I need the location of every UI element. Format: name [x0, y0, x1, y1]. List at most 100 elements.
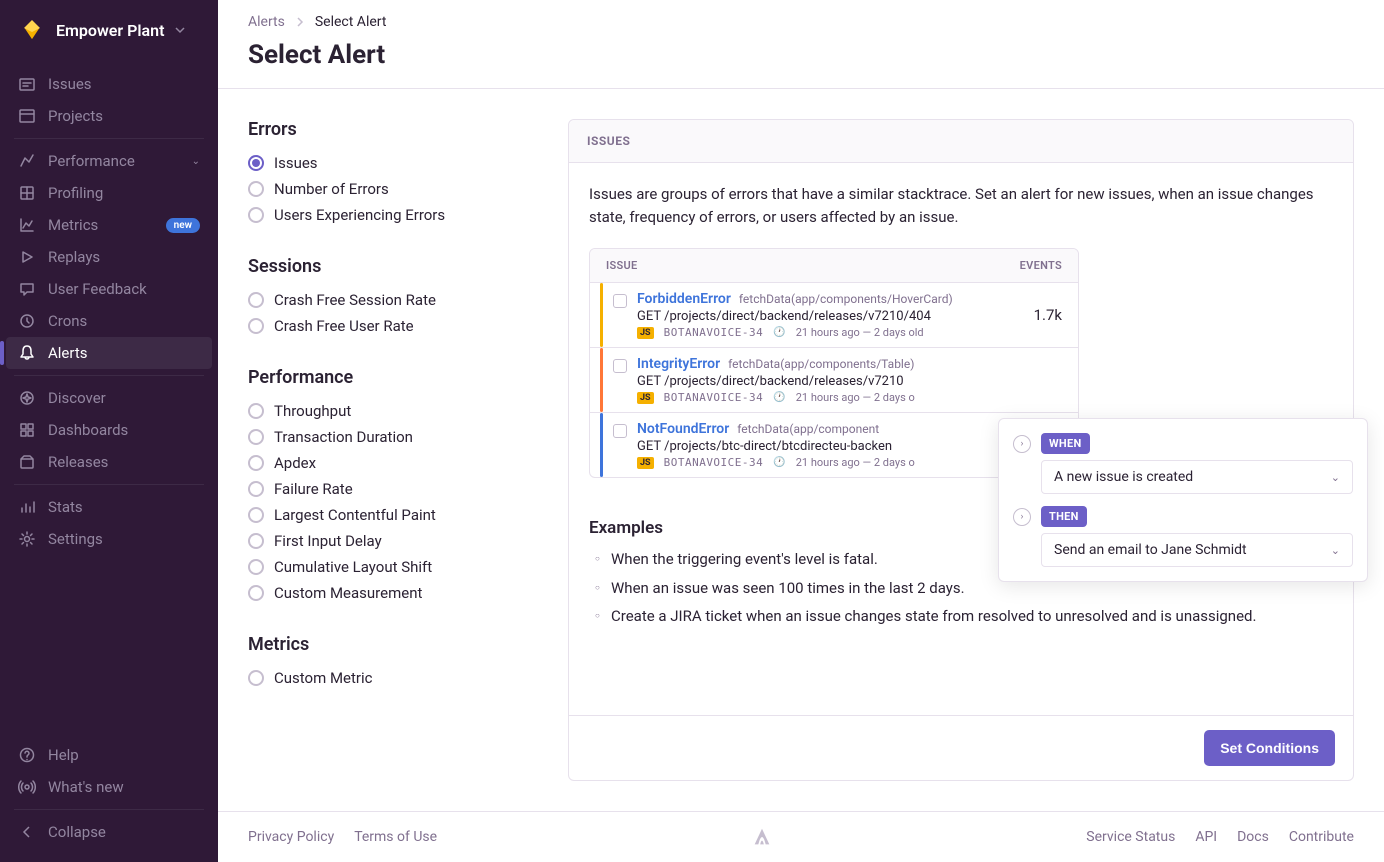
org-name: Empower Plant: [56, 21, 164, 40]
alert-type-first-input-delay[interactable]: First Input Delay: [248, 528, 538, 554]
sidebar-item-replays[interactable]: Replays: [0, 241, 218, 273]
footer-link[interactable]: API: [1195, 829, 1217, 845]
footer-link[interactable]: Service Status: [1086, 829, 1175, 845]
footer-link[interactable]: Contribute: [1289, 829, 1354, 845]
radio-icon: [248, 670, 264, 686]
alert-type-custom-metric[interactable]: Custom Metric: [248, 665, 538, 691]
footer-link[interactable]: Docs: [1237, 829, 1269, 845]
sidebar-item-projects[interactable]: Projects: [0, 100, 218, 132]
issue-title[interactable]: IntegrityError: [637, 356, 720, 372]
alert-type-issues[interactable]: Issues: [248, 150, 538, 176]
breadcrumb-root[interactable]: Alerts: [248, 14, 285, 30]
radio-label: Apdex: [274, 454, 316, 472]
issue-row[interactable]: IntegrityError fetchData(app/components/…: [590, 348, 1078, 413]
alert-type-custom-measurement[interactable]: Custom Measurement: [248, 580, 538, 606]
alert-type-crash-free-user-rate[interactable]: Crash Free User Rate: [248, 313, 538, 339]
set-conditions-button[interactable]: Set Conditions: [1204, 730, 1335, 766]
lang-tag-icon: JS: [637, 327, 654, 339]
sidebar-item-help[interactable]: Help: [0, 739, 218, 771]
sidebar-item-settings[interactable]: Settings: [0, 523, 218, 555]
footer-link[interactable]: Privacy Policy: [248, 829, 334, 845]
issue-title[interactable]: ForbiddenError: [637, 291, 731, 307]
sidebar-item-what-s-new[interactable]: What's new: [0, 771, 218, 803]
issue-time: 21 hours ago — 2 days o: [796, 391, 915, 404]
nav-label: Settings: [48, 530, 200, 548]
issue-id: BOTANAVOICE-34: [664, 456, 764, 469]
issue-meta: JS BOTANAVOICE-34 🕐 21 hours ago — 2 day…: [637, 456, 1042, 469]
when-condition-select[interactable]: A new issue is created ⌄: [1041, 460, 1353, 494]
page-title: Select Alert: [248, 40, 1354, 70]
sidebar-collapse[interactable]: Collapse: [0, 816, 218, 848]
issue-checkbox[interactable]: [613, 424, 627, 438]
discover-icon: [18, 389, 36, 407]
footer-link[interactable]: Terms of Use: [354, 829, 437, 845]
alert-type-cumulative-layout-shift[interactable]: Cumulative Layout Shift: [248, 554, 538, 580]
alert-type-apdex[interactable]: Apdex: [248, 450, 538, 476]
issue-title[interactable]: NotFoundError: [637, 421, 729, 437]
issue-culprit: fetchData(app/component: [737, 422, 879, 436]
sidebar-item-releases[interactable]: Releases: [0, 446, 218, 478]
issue-row[interactable]: ForbiddenError fetchData(app/components/…: [590, 283, 1078, 348]
radio-icon: [248, 559, 264, 575]
issue-checkbox[interactable]: [613, 294, 627, 308]
topbar: Alerts Select Alert Select Alert: [218, 0, 1384, 89]
clock-icon: 🕐: [773, 392, 785, 403]
examples-list: When the triggering event's level is fat…: [589, 548, 1333, 628]
chevron-left-icon: [18, 823, 36, 841]
sidebar-item-performance[interactable]: Performance ⌄: [0, 145, 218, 177]
nav-label: Stats: [48, 498, 200, 516]
issue-culprit: fetchData(app/components/HoverCard): [739, 292, 953, 306]
example-item: When the triggering event's level is fat…: [595, 548, 1333, 571]
radio-icon: [248, 155, 264, 171]
radio-label: Crash Free User Rate: [274, 317, 414, 335]
nav-label: User Feedback: [48, 280, 200, 298]
radio-label: Cumulative Layout Shift: [274, 558, 432, 576]
severity-stripe: [600, 413, 603, 477]
alert-type-number-of-errors[interactable]: Number of Errors: [248, 176, 538, 202]
projects-icon: [18, 107, 36, 125]
issue-meta: JS BOTANAVOICE-34 🕐 21 hours ago — 2 day…: [637, 391, 1042, 404]
radio-icon: [248, 481, 264, 497]
alert-type-throughput[interactable]: Throughput: [248, 398, 538, 424]
col-issue: ISSUE: [606, 259, 638, 272]
metrics-icon: [18, 216, 36, 234]
sidebar-item-dashboards[interactable]: Dashboards: [0, 414, 218, 446]
sidebar-item-issues[interactable]: Issues: [0, 68, 218, 100]
sidebar-item-alerts[interactable]: Alerts: [6, 337, 212, 369]
nav-label: Performance: [48, 152, 180, 170]
sidebar-item-crons[interactable]: Crons: [0, 305, 218, 337]
nav-label: Metrics: [48, 216, 154, 234]
feedback-icon: [18, 280, 36, 298]
lang-tag-icon: JS: [637, 457, 654, 469]
alert-type-users-experiencing-errors[interactable]: Users Experiencing Errors: [248, 202, 538, 228]
alerts-icon: [18, 344, 36, 362]
chevron-down-icon: ⌄: [192, 156, 200, 167]
footer-right: Service Status API Docs Contribute: [1086, 829, 1354, 845]
issue-culprit: fetchData(app/components/Table): [728, 357, 914, 371]
radio-label: First Input Delay: [274, 532, 382, 550]
alert-type-largest-contentful-paint[interactable]: Largest Contentful Paint: [248, 502, 538, 528]
org-switcher[interactable]: Empower Plant: [0, 0, 218, 60]
sidebar-item-stats[interactable]: Stats: [0, 491, 218, 523]
radio-label: Issues: [274, 154, 318, 172]
help-icon: [18, 746, 36, 764]
issue-body: ForbiddenError fetchData(app/components/…: [637, 291, 1014, 339]
panel-description: Issues are groups of errors that have a …: [589, 183, 1333, 228]
clock-icon: 🕐: [773, 457, 785, 468]
alert-type-crash-free-session-rate[interactable]: Crash Free Session Rate: [248, 287, 538, 313]
sidebar-item-metrics[interactable]: Metrics new: [0, 209, 218, 241]
radio-icon: [248, 455, 264, 471]
sidebar-item-user-feedback[interactable]: User Feedback: [0, 273, 218, 305]
radio-icon: [248, 585, 264, 601]
nav-label: Alerts: [48, 344, 200, 362]
nav-label: Dashboards: [48, 421, 200, 439]
node-icon: ›: [1013, 435, 1031, 453]
sidebar-item-profiling[interactable]: Profiling: [0, 177, 218, 209]
sentry-logo-icon: [751, 826, 773, 848]
sidebar-item-discover[interactable]: Discover: [0, 382, 218, 414]
chevron-down-icon: [174, 24, 186, 36]
issue-checkbox[interactable]: [613, 359, 627, 373]
stats-icon: [18, 498, 36, 516]
alert-type-failure-rate[interactable]: Failure Rate: [248, 476, 538, 502]
alert-type-transaction-duration[interactable]: Transaction Duration: [248, 424, 538, 450]
